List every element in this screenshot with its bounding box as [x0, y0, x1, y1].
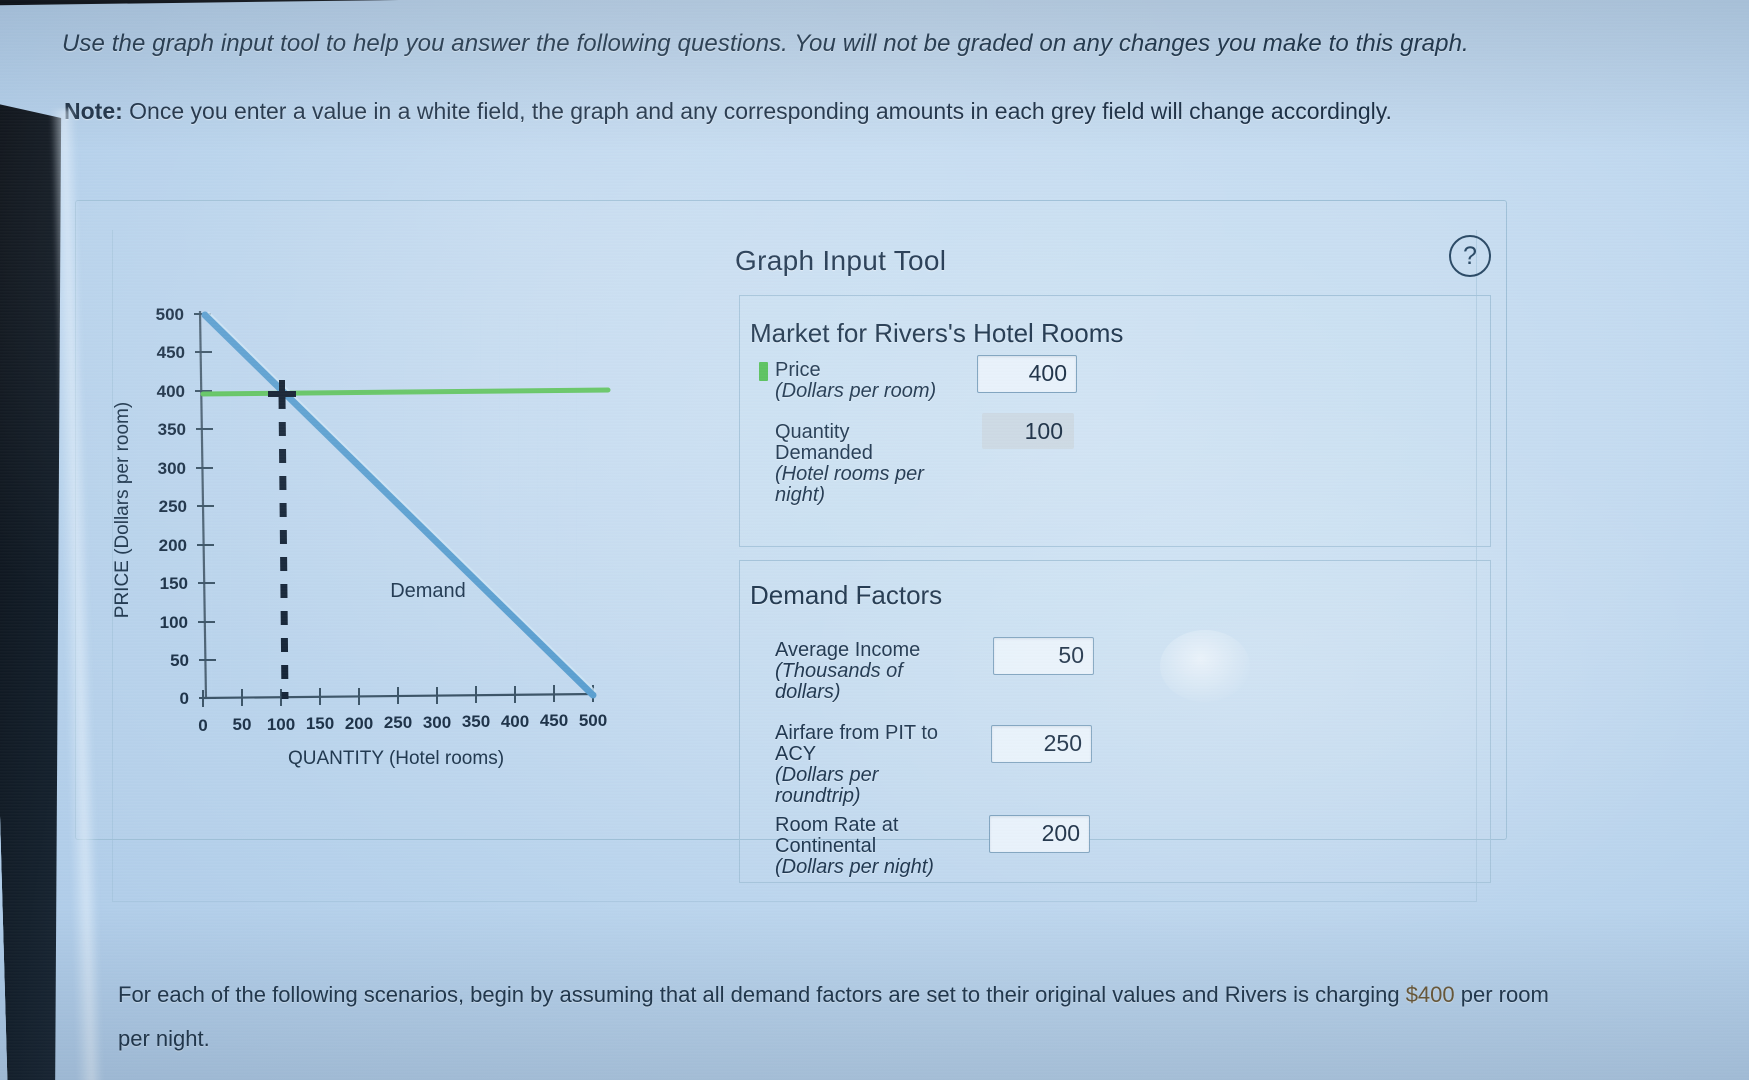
svg-text:200: 200: [345, 714, 373, 733]
airfare-unit-line2: roundtrip): [775, 785, 861, 807]
svg-text:450: 450: [540, 711, 568, 730]
room-rate-label-line1: Room Rate at: [775, 814, 899, 836]
room-rate-label-line2: Continental: [775, 835, 877, 857]
demand-series-label: Demand: [390, 580, 466, 602]
price-unit-text: (Dollars per room): [775, 380, 937, 402]
svg-text:350: 350: [158, 420, 186, 439]
quantity-demanded-label-line2: Demanded: [775, 442, 873, 464]
intro-instruction-text: Use the graph input tool to help you ans…: [62, 30, 1469, 57]
quantity-demanded-readonly-value: 100: [982, 413, 1074, 449]
svg-text:300: 300: [158, 459, 186, 478]
room-rate-input[interactable]: [989, 815, 1090, 853]
airfare-label-line1: Airfare from PIT to: [775, 722, 939, 744]
svg-text:400: 400: [157, 382, 185, 401]
quantity-demanded-unit-line2: night): [775, 484, 826, 506]
svg-text:250: 250: [159, 497, 187, 516]
market-panel-title: Market for Rivers's Hotel Rooms: [750, 318, 1124, 348]
svg-text:450: 450: [157, 343, 185, 362]
average-income-unit-line2: dollars): [775, 681, 841, 703]
average-income-label-text: Average Income: [775, 639, 921, 661]
airfare-unit-line1: (Dollars per: [775, 764, 879, 786]
demand-factors-panel-title: Demand Factors: [750, 580, 943, 610]
demand-chart: 500 450 400 350 300 250 200 150 100 50 0: [96, 295, 716, 855]
svg-text:300: 300: [423, 713, 451, 732]
svg-text:200: 200: [159, 536, 187, 555]
svg-text:400: 400: [501, 712, 529, 731]
svg-text:0: 0: [180, 689, 189, 708]
closing-text-line2: per night.: [118, 1026, 210, 1051]
airfare-field-label: Airfare from PIT to ACY (Dollars per rou…: [775, 723, 990, 807]
note-text: Note: Once you enter a value in a white …: [64, 98, 1392, 125]
closing-line1-amount: $400: [1405, 982, 1455, 1007]
airfare-label-line2: ACY: [775, 743, 817, 765]
page-title: Graph Input Tool: [735, 245, 947, 276]
y-axis-tick-labels: 500 450 400 350 300 250 200 150 100 50 0: [156, 305, 189, 708]
quantity-demanded-field-label: Quantity Demanded (Hotel rooms per night…: [775, 422, 990, 506]
svg-text:50: 50: [170, 651, 189, 670]
room-rate-unit-line1: (Dollars per night): [775, 856, 934, 878]
room-rate-field-label: Room Rate at Continental (Dollars per ni…: [775, 815, 990, 878]
svg-text:0: 0: [198, 716, 207, 735]
airfare-input[interactable]: [991, 725, 1092, 763]
price-input[interactable]: [977, 355, 1077, 393]
svg-text:100: 100: [267, 715, 295, 734]
svg-text:500: 500: [579, 711, 607, 730]
average-income-field-label: Average Income (Thousands of dollars): [775, 640, 990, 703]
x-axis-title: QUANTITY (Hotel rooms): [288, 748, 504, 769]
y-axis-title: PRICE (Dollars per room): [112, 402, 133, 618]
svg-text:250: 250: [384, 713, 412, 732]
svg-text:50: 50: [233, 715, 252, 734]
svg-text:350: 350: [462, 712, 490, 731]
average-income-input[interactable]: [993, 637, 1094, 675]
price-field-label: Price (Dollars per room): [775, 360, 990, 402]
price-color-swatch: [759, 362, 768, 381]
closing-text-line1: For each of the following scenarios, beg…: [118, 982, 1549, 1008]
price-label-text: Price: [775, 359, 821, 381]
quantity-demanded-unit-line1: (Hotel rooms per: [775, 463, 924, 485]
closing-line1-post: per room: [1454, 982, 1549, 1007]
x-axis-tick-labels: 0 50 100 150 200 250 300 350 400 450 500: [198, 711, 607, 735]
help-icon[interactable]: ?: [1449, 235, 1491, 277]
page-content: Use the graph input tool to help you ans…: [0, 0, 1749, 1080]
svg-text:150: 150: [160, 574, 188, 593]
screenshot-photo: Use the graph input tool to help you ans…: [0, 0, 1749, 1080]
svg-text:100: 100: [160, 613, 188, 632]
average-income-unit-line1: (Thousands of: [775, 660, 903, 682]
svg-text:500: 500: [156, 305, 184, 324]
svg-text:150: 150: [306, 714, 334, 733]
note-body: Once you enter a value in a white field,…: [122, 98, 1392, 124]
quantity-demanded-label-line1: Quantity: [775, 421, 850, 443]
closing-line1-pre: For each of the following scenarios, beg…: [118, 982, 1406, 1007]
